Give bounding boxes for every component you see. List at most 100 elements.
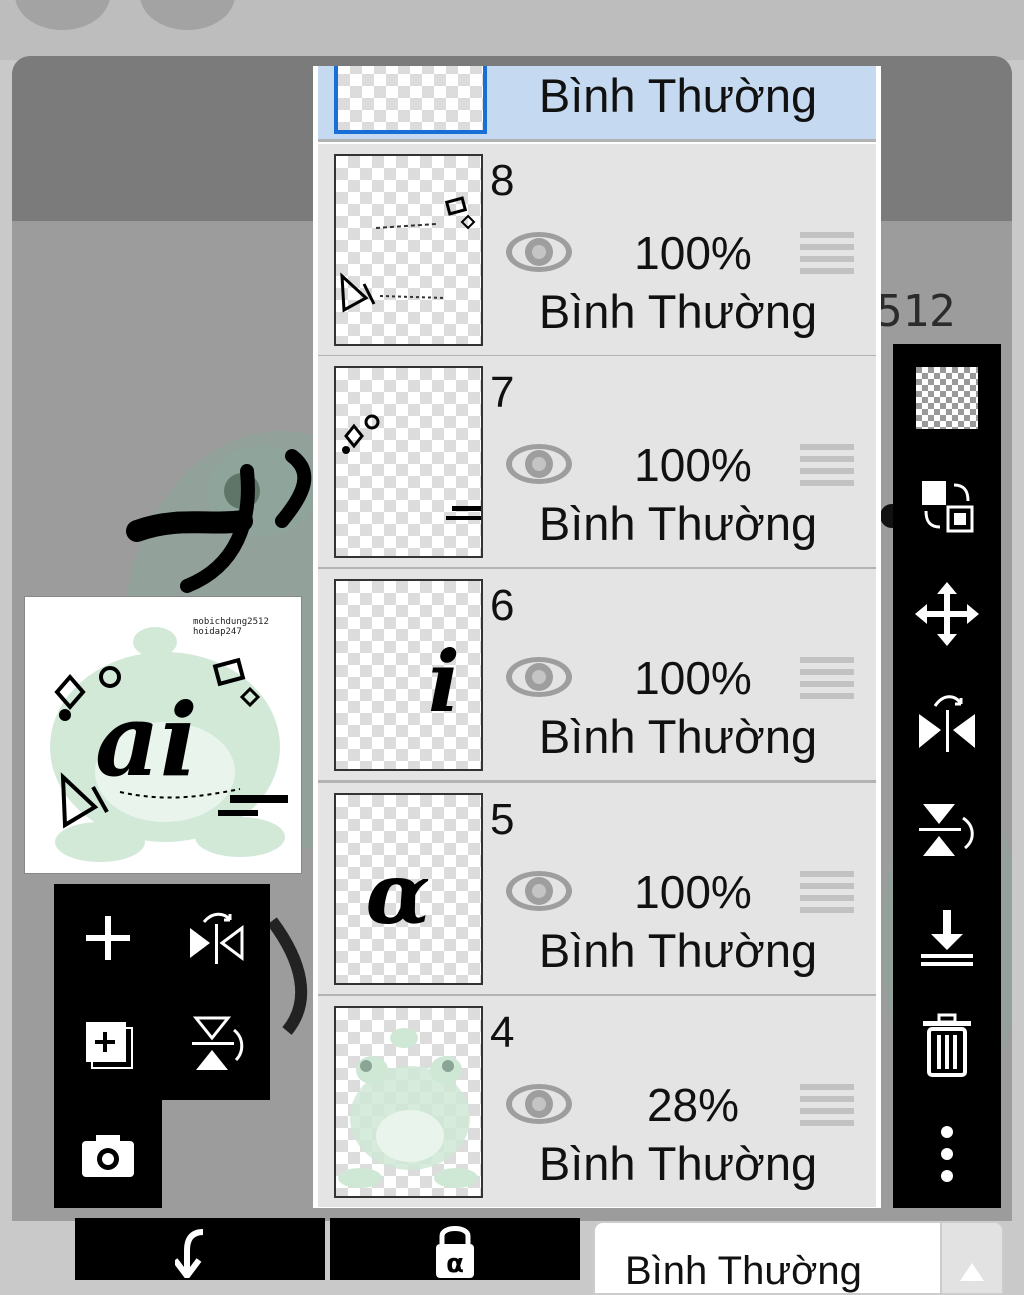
merge-down-button[interactable]: [907, 898, 987, 978]
layer-drag-handle[interactable]: [800, 869, 854, 920]
preview-art-text: ai: [95, 681, 198, 799]
drag-handle-icon: [800, 871, 854, 913]
layer-row[interactable]: Bình Thường: [318, 66, 876, 139]
layer-opacity[interactable]: 100%: [598, 438, 788, 492]
top-button-left[interactable]: [15, 0, 110, 30]
flip-horizontal-icon: [919, 695, 975, 752]
drag-handle-icon: [800, 444, 854, 486]
delete-layer-button[interactable]: [907, 1006, 987, 1086]
layer-thumbnail[interactable]: [334, 1006, 483, 1198]
layer-number: 4: [490, 1008, 515, 1057]
eye-icon: [506, 1084, 572, 1124]
swap-icon: [922, 481, 974, 533]
layer-4-thumb-art: [338, 1028, 478, 1188]
new-layer-icon: [86, 1022, 133, 1069]
blend-mode-dropdown[interactable]: Bình Thường: [593, 1221, 1004, 1295]
layer-visibility-toggle[interactable]: [503, 1078, 575, 1135]
flip-vertical-button[interactable]: [176, 1004, 256, 1084]
left-tool-panel: [54, 884, 162, 1208]
layer-visibility-toggle[interactable]: [503, 651, 575, 708]
layer-6-glyph: i: [428, 632, 460, 731]
right-toolbar: [893, 344, 1001, 1208]
add-layer-button[interactable]: [68, 898, 148, 978]
layer-opacity[interactable]: 28%: [598, 1078, 788, 1132]
eye-icon: [506, 871, 572, 911]
blend-mode-value: Bình Thường: [625, 1249, 862, 1293]
arrow-return-icon: [175, 1229, 204, 1278]
layer-thumbnail[interactable]: [334, 66, 487, 134]
layer-5-thumb-art: α: [366, 844, 431, 943]
layer-drag-handle[interactable]: [800, 442, 854, 493]
layer-number: 6: [490, 581, 515, 630]
top-strip: [0, 0, 1024, 60]
flip-vertical-icon: [192, 1016, 244, 1070]
layer-7-thumb-art: [342, 414, 481, 520]
more-options-button[interactable]: [907, 1114, 987, 1194]
layer-blend-mode: Bình Thường: [538, 1137, 818, 1190]
layer-visibility-toggle[interactable]: [503, 865, 575, 922]
trash-icon: [923, 1013, 971, 1077]
layer-thumbnail[interactable]: [334, 366, 483, 558]
lock-icon: α: [436, 1226, 474, 1278]
canvas-watermark-text: 512: [876, 286, 956, 337]
layer-opacity[interactable]: 100%: [598, 226, 788, 280]
alpha-lock-button[interactable]: α: [330, 1218, 580, 1280]
layer-row[interactable]: 7 100% Bình Thường: [318, 356, 876, 567]
layer-blend-mode: Bình Thường: [538, 497, 818, 550]
layer-separator: [318, 139, 876, 142]
transparent-button[interactable]: [907, 358, 987, 438]
blend-mode-toggle[interactable]: [940, 1223, 1002, 1293]
layer-drag-handle[interactable]: [800, 230, 854, 281]
add-layer-copy-button[interactable]: [68, 1004, 148, 1084]
merge-down-icon: [921, 910, 973, 966]
drag-handle-icon: [800, 232, 854, 274]
top-button-right[interactable]: [140, 0, 235, 30]
layer-row[interactable]: α 5 100% Bình Thường: [318, 783, 876, 994]
alpha-lock-glyph: α: [446, 1249, 464, 1278]
layer-opacity[interactable]: 100%: [598, 865, 788, 919]
swap-layer-button[interactable]: [907, 466, 987, 546]
layer-thumbnail[interactable]: [334, 154, 483, 346]
layer-panel: Bình Thường 8 100% Bình Thường 7 100% Bình Thư…: [313, 66, 881, 1208]
flip-horizontal-layer-button[interactable]: [907, 682, 987, 762]
layer-8-thumb-art: [340, 196, 476, 313]
move-button[interactable]: [907, 574, 987, 654]
preview-artwork: ai: [50, 627, 288, 862]
chevron-up-icon: [960, 1263, 984, 1281]
flip-horizontal-button[interactable]: [176, 898, 256, 978]
layer-blend-mode: Bình Thường: [538, 69, 818, 122]
clip-button[interactable]: [75, 1218, 325, 1280]
flip-horizontal-icon: [190, 912, 244, 964]
layer-blend-mode: Bình Thường: [538, 710, 818, 763]
layer-blend-mode: Bình Thường: [538, 924, 818, 977]
camera-icon: [82, 1135, 134, 1177]
move-icon: [915, 582, 979, 646]
layer-drag-handle[interactable]: [800, 1082, 854, 1133]
layer-5-glyph: α: [366, 844, 431, 943]
canvas-preview[interactable]: ai mobichdung2512 hoidap247: [24, 596, 302, 874]
drag-handle-icon: [800, 1084, 854, 1126]
left-tool-panel-2: [162, 884, 270, 1100]
flip-vertical-layer-button[interactable]: [907, 790, 987, 870]
layer-number: 7: [490, 368, 515, 417]
transparent-icon: [916, 367, 978, 429]
drag-handle-icon: [800, 657, 854, 699]
eye-icon: [506, 232, 572, 272]
layer-drag-handle[interactable]: [800, 655, 854, 706]
camera-button[interactable]: [68, 1116, 148, 1196]
layer-row[interactable]: 4 28% Bình Thường: [318, 996, 876, 1207]
more-icon: [941, 1126, 953, 1182]
layer-thumbnail[interactable]: α: [334, 793, 483, 985]
preview-caption: mobichdung2512 hoidap247: [193, 617, 269, 637]
layer-blend-mode: Bình Thường: [538, 285, 818, 338]
layer-number: 5: [490, 795, 515, 844]
layer-thumbnail[interactable]: i: [334, 579, 483, 771]
flip-vertical-icon: [919, 804, 974, 856]
layer-visibility-toggle[interactable]: [503, 438, 575, 495]
eye-icon: [506, 444, 572, 484]
layer-row[interactable]: 8 100% Bình Thường: [318, 144, 876, 355]
layer-visibility-toggle[interactable]: [503, 226, 575, 283]
layer-opacity[interactable]: 100%: [598, 651, 788, 705]
layer-row[interactable]: i 6 100% Bình Thường: [318, 569, 876, 780]
eye-icon: [506, 657, 572, 697]
